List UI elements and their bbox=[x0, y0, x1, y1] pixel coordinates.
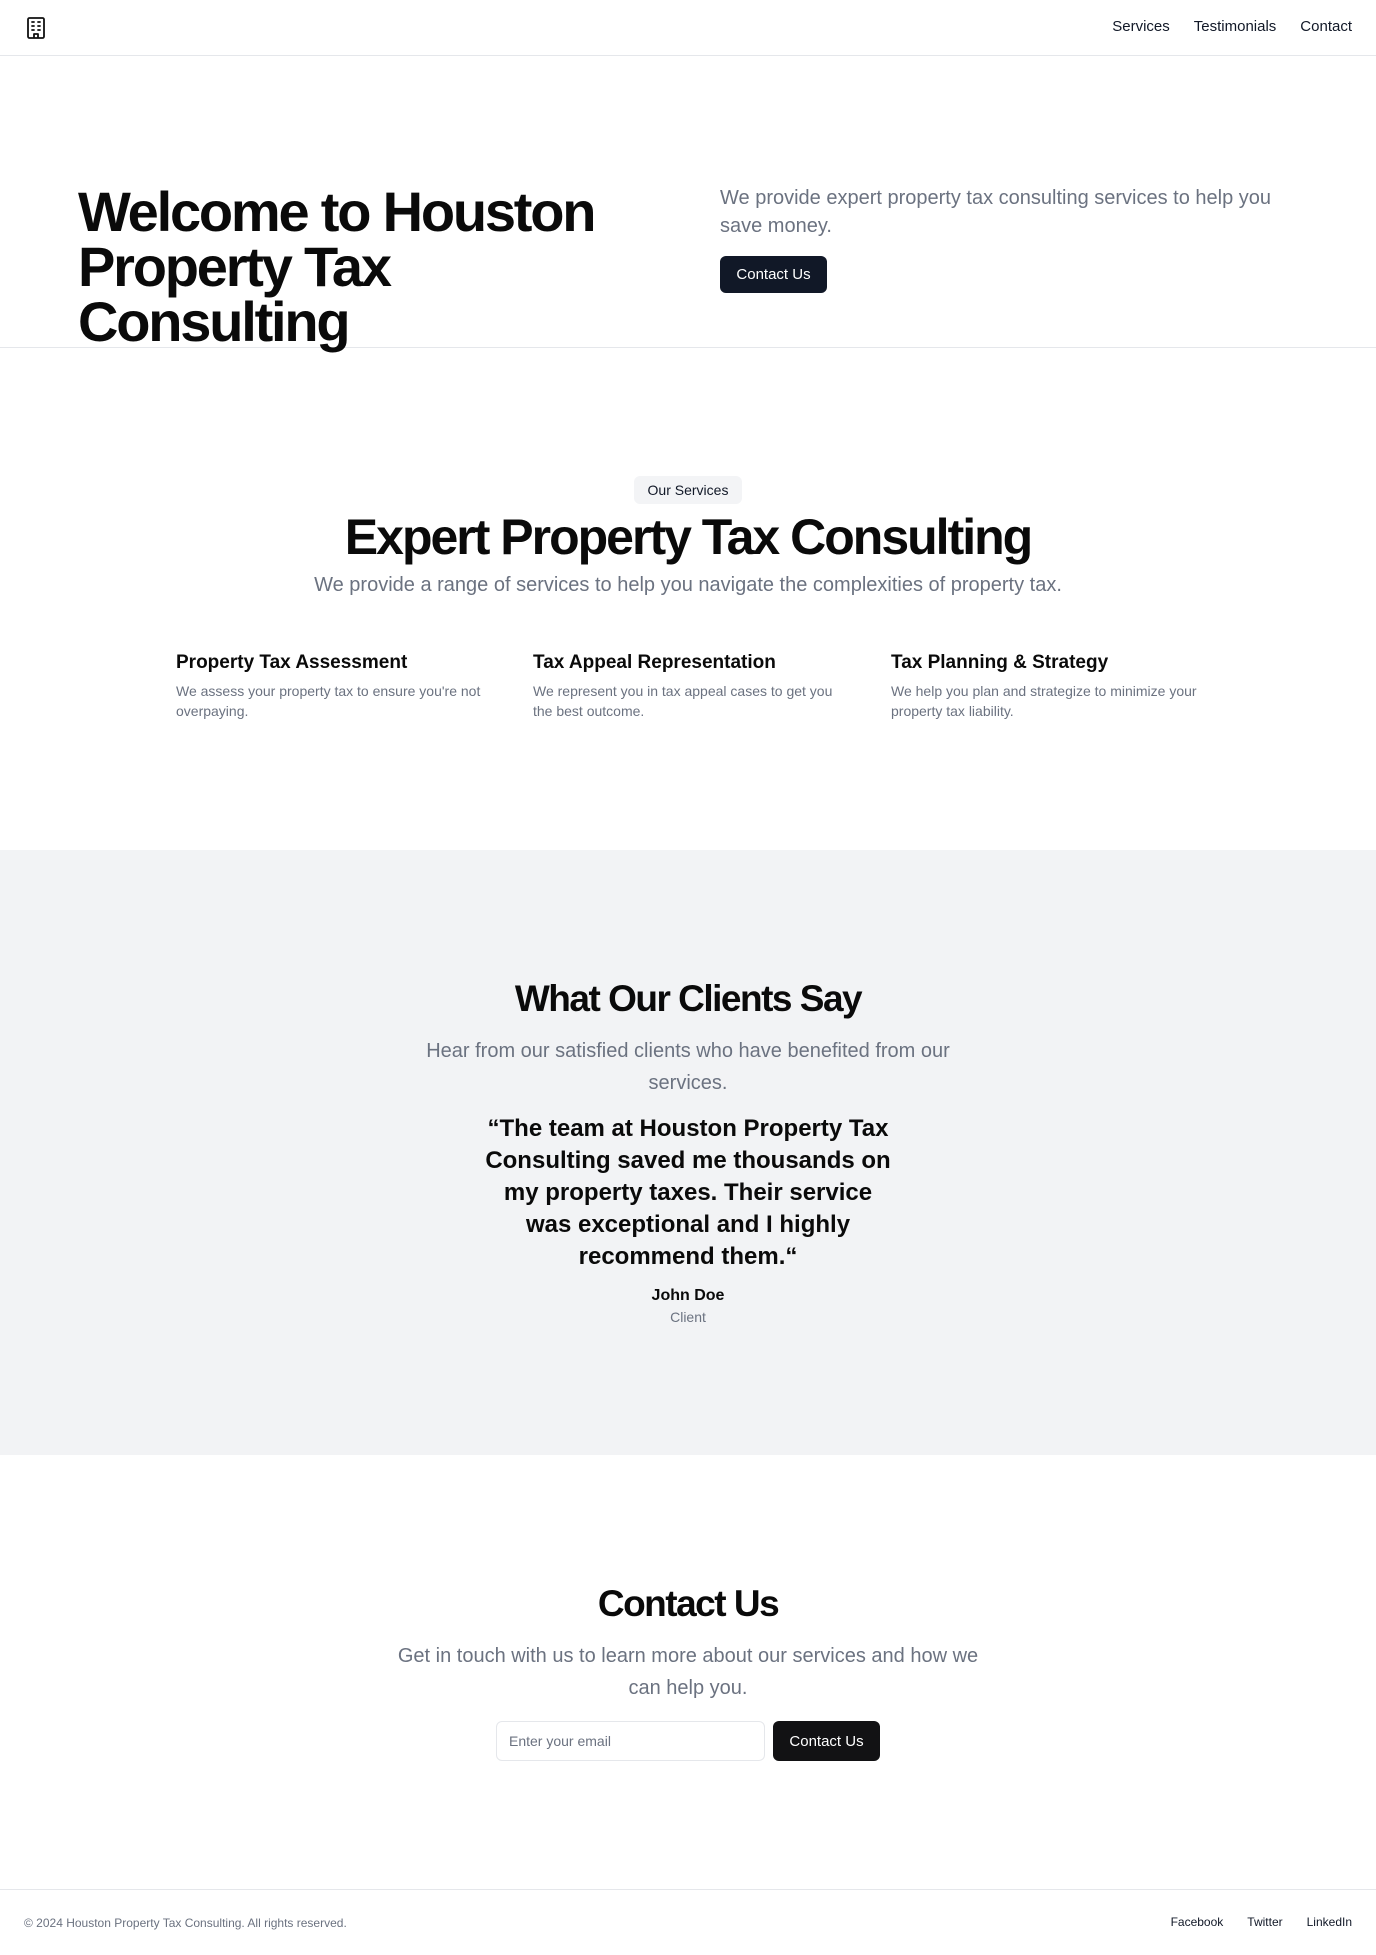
services-subtitle: We provide a range of services to help y… bbox=[314, 574, 1062, 596]
contact-subtitle: Get in touch with us to learn more about… bbox=[397, 1645, 979, 1699]
footer-links: Facebook Twitter LinkedIn bbox=[1171, 1915, 1352, 1929]
nav-testimonials-link[interactable]: Testimonials bbox=[1194, 18, 1277, 35]
services-title: Expert Property Tax Consulting bbox=[344, 509, 1033, 565]
service-card-title: Tax Appeal Representation bbox=[533, 652, 776, 673]
footer-facebook-link[interactable]: Facebook bbox=[1171, 1915, 1224, 1929]
copyright-text: © 2024 Houston Property Tax Consulting. … bbox=[24, 1916, 347, 1930]
services-badge: Our Services bbox=[634, 476, 742, 504]
service-card-description: We assess your property tax to ensure yo… bbox=[176, 683, 481, 719]
nav-services-link[interactable]: Services bbox=[1112, 18, 1170, 35]
service-card: Tax Appeal Representation We represent y… bbox=[533, 650, 843, 721]
hero-title: Welcome to Houston Property Tax Consulti… bbox=[78, 180, 596, 353]
hero-description: We provide expert property tax consultin… bbox=[720, 187, 1272, 237]
footer-twitter-link[interactable]: Twitter bbox=[1247, 1915, 1282, 1929]
footer-linkedin-link[interactable]: LinkedIn bbox=[1307, 1915, 1352, 1929]
email-field[interactable] bbox=[496, 1721, 765, 1761]
site-header: Services Testimonials Contact bbox=[0, 0, 1376, 56]
service-card-title: Property Tax Assessment bbox=[176, 652, 408, 673]
testimonials-section: What Our Clients Say Hear from our satis… bbox=[0, 850, 1376, 1455]
hero-section: Welcome to Houston Property Tax Consulti… bbox=[0, 56, 1376, 353]
building-icon[interactable] bbox=[26, 16, 46, 40]
testimonials-subtitle: Hear from our satisfied clients who have… bbox=[426, 1040, 950, 1094]
nav-contact-link[interactable]: Contact bbox=[1300, 18, 1352, 35]
service-card-description: We help you plan and strategize to minim… bbox=[891, 683, 1197, 719]
service-card: Property Tax Assessment We assess your p… bbox=[176, 650, 486, 721]
service-card-title: Tax Planning & Strategy bbox=[891, 652, 1109, 673]
contact-title: Contact Us bbox=[597, 1583, 780, 1624]
main-nav: Services Testimonials Contact bbox=[1112, 18, 1352, 35]
hero-contact-button[interactable]: Contact Us bbox=[720, 256, 827, 293]
testimonial-role: Client bbox=[670, 1309, 706, 1325]
site-footer: © 2024 Houston Property Tax Consulting. … bbox=[0, 1889, 1376, 1955]
service-card: Tax Planning & Strategy We help you plan… bbox=[891, 650, 1201, 721]
contact-submit-button[interactable]: Contact Us bbox=[773, 1721, 880, 1761]
testimonial-author: John Doe bbox=[651, 1287, 725, 1304]
testimonial-quote: “The team at Houston Property Tax Consul… bbox=[485, 1115, 891, 1270]
service-card-description: We represent you in tax appeal cases to … bbox=[533, 683, 833, 719]
testimonials-title: What Our Clients Say bbox=[514, 978, 863, 1019]
